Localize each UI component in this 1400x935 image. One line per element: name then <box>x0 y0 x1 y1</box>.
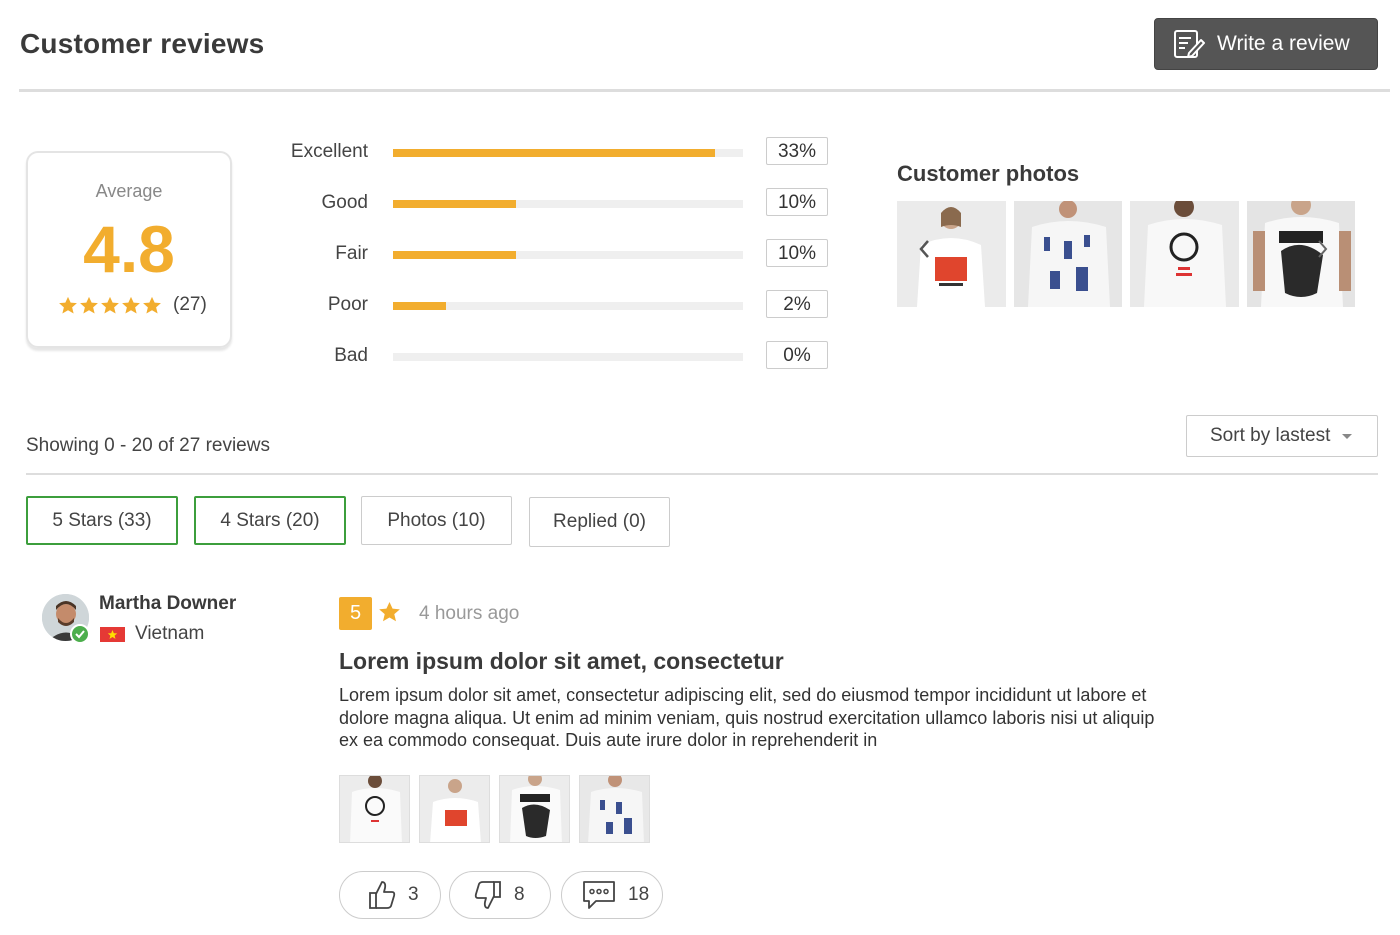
rating-percent: 0% <box>766 341 828 369</box>
like-count: 3 <box>408 884 419 905</box>
reviewer-name: Martha Downer <box>99 593 237 614</box>
average-rating-card: Average 4.8 (27) <box>26 151 232 348</box>
rating-bar-fill <box>393 200 516 208</box>
customer-photo-carousel <box>897 201 1355 307</box>
like-button[interactable]: 3 <box>339 871 441 919</box>
write-review-label: Write a review <box>1217 32 1350 55</box>
filter-label: Replied (0) <box>553 511 646 532</box>
rating-row-bad[interactable]: Bad 0% <box>260 341 840 373</box>
dislike-count: 8 <box>514 884 525 905</box>
list-divider <box>26 473 1378 475</box>
thumbs-up-icon <box>369 881 396 909</box>
rating-percent: 33% <box>766 137 828 165</box>
review-score-badge: 5 <box>339 597 372 630</box>
rating-bar-fill <box>393 302 446 310</box>
customer-photo[interactable] <box>1130 201 1239 307</box>
rating-percent: 2% <box>766 290 828 318</box>
review-body: Lorem ipsum dolor sit amet, consectetur … <box>339 685 1155 750</box>
rating-row-good[interactable]: Good 10% <box>260 188 840 220</box>
star-icon <box>378 601 401 628</box>
rating-percent: 10% <box>766 239 828 267</box>
header-divider <box>19 89 1390 92</box>
customer-photo[interactable] <box>897 201 1006 307</box>
filter-5-stars[interactable]: 5 Stars (33) <box>26 496 178 545</box>
carousel-prev[interactable] <box>917 238 931 266</box>
review-count: (27) <box>173 294 207 315</box>
filter-label: 4 Stars (20) <box>220 509 320 531</box>
caret-down-icon <box>1342 433 1353 439</box>
rating-bar-fill <box>393 251 516 259</box>
rating-percent: 10% <box>766 188 828 216</box>
carousel-next[interactable] <box>1316 238 1330 266</box>
thumbs-down-icon <box>474 881 501 909</box>
filter-4-stars[interactable]: 4 Stars (20) <box>194 496 346 545</box>
star-icon <box>143 296 161 314</box>
comment-button[interactable]: 18 <box>561 871 663 919</box>
review-photo[interactable] <box>579 775 650 843</box>
reviewer-country: Vietnam <box>135 623 205 644</box>
dislike-button[interactable]: 8 <box>449 871 551 919</box>
customer-photo[interactable] <box>1013 201 1122 307</box>
rating-label: Good <box>321 192 368 213</box>
average-value: 4.8 <box>83 212 175 286</box>
rating-bar-fill <box>393 149 715 157</box>
rating-bar-track <box>393 149 743 157</box>
review-photo[interactable] <box>339 775 410 843</box>
rating-label: Bad <box>334 345 368 366</box>
verified-badge-icon <box>70 624 90 644</box>
filter-label: 5 Stars (33) <box>52 509 152 531</box>
rating-label: Poor <box>327 294 368 315</box>
rating-row-poor[interactable]: Poor 2% <box>260 290 840 322</box>
rating-label: Fair <box>335 243 368 264</box>
comment-count: 18 <box>628 884 650 905</box>
edit-note-icon <box>1174 30 1205 58</box>
rating-bar-track <box>393 200 743 208</box>
filter-replied[interactable]: Replied (0) <box>529 497 670 547</box>
sort-dropdown[interactable]: Sort by lastest <box>1186 415 1378 457</box>
chevron-right-icon <box>1318 240 1328 258</box>
rating-bar-track <box>393 251 743 259</box>
rating-bar-track <box>393 302 743 310</box>
review-title: Lorem ipsum dolor sit amet, consectetur <box>339 648 784 674</box>
average-stars: (27) <box>58 294 207 316</box>
chevron-left-icon <box>919 240 929 258</box>
star-icon <box>80 296 98 314</box>
customer-photo[interactable] <box>1246 201 1355 307</box>
rating-label: Excellent <box>290 141 368 162</box>
filter-photos[interactable]: Photos (10) <box>361 496 512 545</box>
average-label: Average <box>95 181 163 201</box>
review-timestamp: 4 hours ago <box>419 603 520 624</box>
review-photo[interactable] <box>419 775 490 843</box>
vietnam-flag-icon <box>100 627 125 642</box>
star-icon <box>101 296 119 314</box>
review-photos <box>339 775 650 843</box>
star-icon <box>122 296 140 314</box>
rating-row-excellent[interactable]: Excellent 33% <box>260 137 840 169</box>
star-icon <box>59 296 77 314</box>
write-review-button[interactable]: Write a review <box>1154 18 1378 70</box>
review-photo[interactable] <box>499 775 570 843</box>
comment-icon <box>583 881 615 909</box>
filter-label: Photos (10) <box>387 509 486 531</box>
rating-bar-track <box>393 353 743 361</box>
customer-photos-title: Customer photos <box>897 161 1080 186</box>
page-title: Customer reviews <box>20 28 265 59</box>
showing-count: Showing 0 - 20 of 27 reviews <box>26 435 270 456</box>
rating-row-fair[interactable]: Fair 10% <box>260 239 840 271</box>
sort-label: Sort by lastest <box>1210 425 1331 446</box>
